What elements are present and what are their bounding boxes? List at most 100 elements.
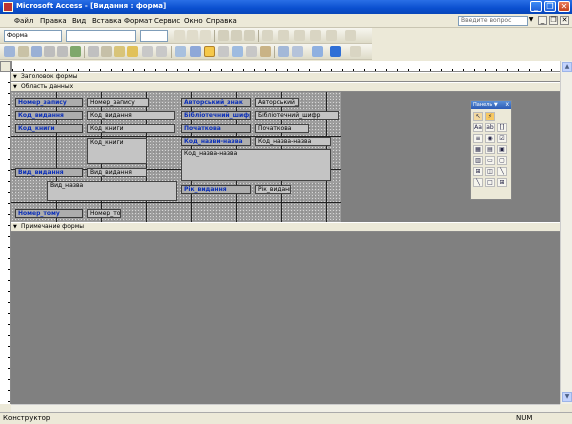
tool-tab-control[interactable]: ◫: [485, 167, 495, 176]
code-icon[interactable]: [232, 46, 243, 57]
field-bibliotechnyy-shyfr[interactable]: Бібліотечний_шифр: [255, 111, 339, 120]
label-pochatkova[interactable]: Початкова: [181, 124, 251, 133]
tool-list-box[interactable]: ▤: [485, 145, 495, 154]
font-combo[interactable]: [66, 30, 136, 42]
database-window-icon[interactable]: [278, 46, 289, 57]
field-list-icon[interactable]: [190, 46, 201, 57]
mdi-minimize-button[interactable]: _: [538, 16, 547, 25]
scroll-down-icon[interactable]: ▼: [562, 392, 572, 402]
tool-toggle-button[interactable]: ≡: [473, 134, 483, 143]
label-rik-vydannya[interactable]: Рік_видання: [181, 185, 251, 194]
align-center-icon[interactable]: [231, 30, 242, 41]
bold-icon[interactable]: [174, 30, 185, 41]
toolbox-title[interactable]: Панель ▼ x: [471, 101, 511, 109]
redo-icon[interactable]: [156, 46, 167, 57]
tool-check-box[interactable]: ☑: [497, 134, 507, 143]
menu-insert[interactable]: Вставка: [92, 17, 122, 25]
autoformat-icon[interactable]: [218, 46, 229, 57]
build-icon[interactable]: [260, 46, 271, 57]
ask-question-input[interactable]: Введите вопрос: [458, 16, 528, 26]
tool-combo-box[interactable]: ▦: [473, 145, 483, 154]
properties-icon[interactable]: [246, 46, 257, 57]
tool-subform[interactable]: ╲: [497, 167, 507, 176]
toolbox-close-button[interactable]: x: [505, 101, 509, 109]
font-size-combo[interactable]: [140, 30, 168, 42]
label-nomer-tomu[interactable]: Номер_тому: [15, 209, 83, 218]
tool-page-break[interactable]: ⊞: [473, 167, 483, 176]
print-icon[interactable]: [44, 46, 55, 57]
ask-dropdown-icon[interactable]: ▼: [527, 16, 535, 26]
spelling-icon[interactable]: [70, 46, 81, 57]
label-nomer-zapysu[interactable]: Номер_запису: [15, 98, 83, 107]
toolbox-icon[interactable]: [204, 46, 215, 57]
cut-icon[interactable]: [88, 46, 99, 57]
scroll-up-icon[interactable]: ▲: [562, 62, 572, 72]
line-width-icon[interactable]: [310, 30, 321, 41]
special-effect-icon[interactable]: [326, 30, 337, 41]
label-kod-knygy[interactable]: Код_книги: [15, 124, 83, 133]
format-painter-icon[interactable]: [127, 46, 138, 57]
tool-option-group[interactable]: []: [497, 123, 507, 132]
object-combo[interactable]: Форма: [4, 30, 62, 42]
tool-unbound-object[interactable]: ▭: [485, 156, 495, 165]
field-kod-nazvanyya[interactable]: Код_назва-назва: [255, 137, 331, 146]
menu-help[interactable]: Справка: [206, 17, 237, 25]
font-color-icon[interactable]: [278, 30, 289, 41]
field-nazva-memo[interactable]: Вид_назва: [47, 181, 177, 201]
save-disk-icon[interactable]: [31, 46, 42, 57]
ruler-corner[interactable]: [0, 61, 11, 72]
label-kod-vydannya[interactable]: Код_видання: [15, 111, 83, 120]
tool-more-controls[interactable]: ⊞: [497, 178, 507, 187]
copy-icon[interactable]: [101, 46, 112, 57]
help-icon[interactable]: [312, 46, 323, 57]
view-icon[interactable]: [4, 46, 15, 57]
menu-file[interactable]: Файл: [14, 17, 33, 25]
horizontal-ruler[interactable]: [11, 61, 560, 72]
menu-format[interactable]: Формат: [124, 17, 152, 25]
menu-window[interactable]: Окно: [184, 17, 203, 25]
menu-edit[interactable]: Правка: [40, 17, 67, 25]
paste-icon[interactable]: [114, 46, 125, 57]
fill-color-icon[interactable]: [262, 30, 273, 41]
new-object-icon[interactable]: [292, 46, 303, 57]
close-button[interactable]: ✕: [558, 1, 570, 12]
tool-option-button[interactable]: ◉: [485, 134, 495, 143]
office-assistant-icon[interactable]: [330, 46, 341, 57]
vertical-scrollbar[interactable]: ▲ ▼: [560, 61, 572, 404]
detail-section[interactable]: Номер_запису Номер_запису Код_видання Ко…: [11, 92, 341, 222]
detail-section-bar[interactable]: Область данных: [11, 82, 560, 92]
field-kod-vydannya[interactable]: Код_видання: [87, 111, 175, 120]
underline-icon[interactable]: [200, 30, 211, 41]
save-icon[interactable]: [18, 46, 29, 57]
tool-text-box[interactable]: ab: [485, 123, 495, 132]
tool-label[interactable]: Aa: [473, 123, 483, 132]
field-avtorskyy-znak[interactable]: Авторський_з: [255, 98, 299, 107]
tool-command-button[interactable]: ▣: [497, 145, 507, 154]
field-vyd-vydannya[interactable]: Вид_видання: [87, 168, 147, 177]
tool-control-wizards[interactable]: ⚡: [485, 112, 495, 121]
field-kod-knygy-memo[interactable]: Код_книги: [87, 138, 147, 164]
mdi-restore-button[interactable]: ❐: [549, 16, 558, 25]
menu-tools[interactable]: Сервис: [154, 17, 180, 25]
toolbar-options-icon[interactable]: [350, 46, 361, 57]
tool-image[interactable]: ▥: [473, 156, 483, 165]
field-nomer-tomu[interactable]: Номер_тому: [87, 209, 121, 218]
mdi-close-button[interactable]: ✕: [560, 16, 569, 25]
align-right-icon[interactable]: [244, 30, 255, 41]
field-nomer-zapysu[interactable]: Номер_запису: [87, 98, 149, 107]
align-left-icon[interactable]: [218, 30, 229, 41]
tool-bound-object[interactable]: ▢: [497, 156, 507, 165]
tool-line[interactable]: ╲: [473, 178, 483, 187]
italic-icon[interactable]: [187, 30, 198, 41]
toolbar-options-icon[interactable]: [345, 30, 356, 41]
print-preview-icon[interactable]: [57, 46, 68, 57]
line-color-icon[interactable]: [294, 30, 305, 41]
tool-rectangle[interactable]: □: [485, 178, 495, 187]
restore-button[interactable]: ❐: [544, 1, 556, 12]
access-app-icon[interactable]: [3, 2, 13, 12]
label-bibliotechnyy-shyfr[interactable]: Бібліотечний_шифр: [181, 111, 251, 120]
undo-icon[interactable]: [142, 46, 153, 57]
menu-view[interactable]: Вид: [72, 17, 86, 25]
label-avtorskyy-znak[interactable]: Авторський_знак: [181, 98, 251, 107]
form-header-bar[interactable]: Заголовок формы: [11, 72, 560, 82]
